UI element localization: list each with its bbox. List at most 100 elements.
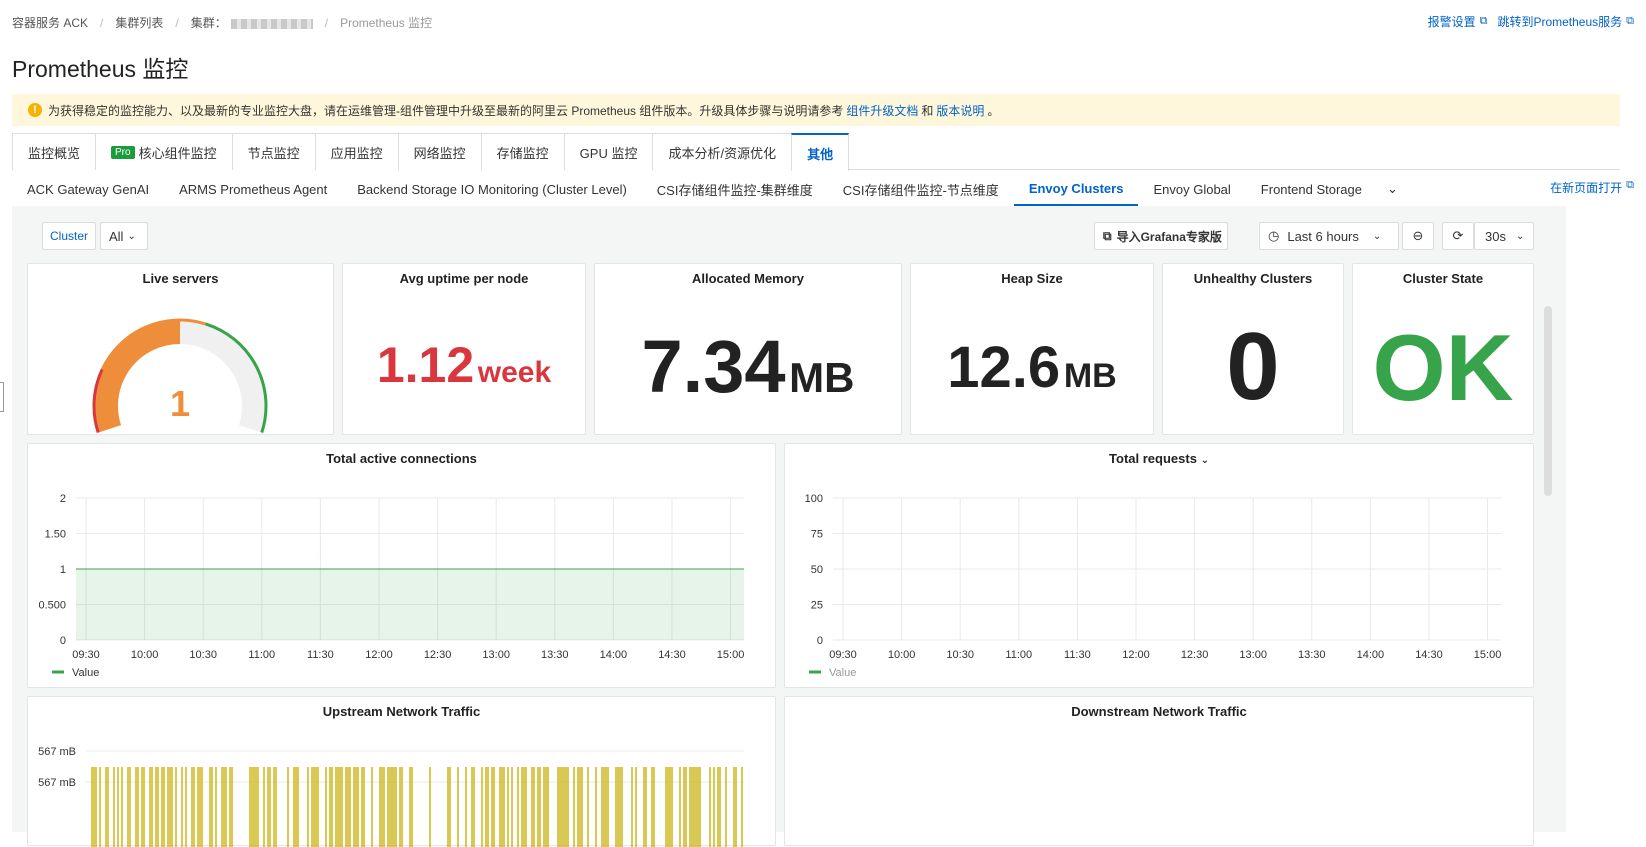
downstream-traffic-panel: Downstream Network Traffic bbox=[784, 696, 1534, 846]
top-bar: 容器服务 ACK / 集群列表 / 集群： / Prometheus 监控 报警… bbox=[0, 0, 1646, 42]
external-link-icon: ⧉ bbox=[1626, 15, 1634, 27]
subtab-frontend-storage[interactable]: Frontend Storage bbox=[1246, 172, 1377, 206]
y-tick-label: 100 bbox=[805, 493, 823, 505]
breadcrumb-item-cluster[interactable]: 集群： bbox=[191, 14, 313, 31]
unhealthy-clusters-panel: Unhealthy Clusters 0 bbox=[1162, 263, 1344, 435]
x-tick-label: 10:00 bbox=[131, 649, 159, 661]
legend-label: Value bbox=[829, 667, 856, 679]
external-link-icon: ⧉ bbox=[1479, 15, 1488, 27]
y-tick-label: 1 bbox=[60, 564, 66, 576]
cluster-state-value: OK bbox=[1372, 315, 1514, 420]
tab-node[interactable]: 节点监控 bbox=[231, 133, 316, 170]
notice-end: 。 bbox=[987, 103, 1000, 118]
chevron-down-icon[interactable]: ⌄ bbox=[1387, 181, 1398, 197]
side-collapse-handle[interactable] bbox=[0, 382, 4, 412]
tab-core-components[interactable]: Pro 核心组件监控 bbox=[95, 133, 233, 170]
live-servers-panel: Live servers 1 bbox=[27, 263, 334, 435]
external-link-icon: ⧉ bbox=[1626, 179, 1634, 191]
main-tabs: 监控概览 Pro 核心组件监控 节点监控 应用监控 网络监控 存储监控 GPU 监… bbox=[12, 133, 1620, 171]
x-tick-label: 10:30 bbox=[189, 649, 217, 661]
external-link-icon: ⧉ bbox=[1103, 228, 1112, 243]
version-notes-link[interactable]: 版本说明 bbox=[936, 102, 984, 119]
breadcrumb-item-clusters[interactable]: 集群列表 bbox=[115, 14, 163, 31]
x-tick-label: 11:30 bbox=[1064, 649, 1091, 661]
x-tick-label: 14:30 bbox=[1415, 649, 1443, 661]
y-tick-label: 2 bbox=[60, 493, 66, 505]
x-tick-label: 13:00 bbox=[1239, 649, 1267, 661]
tab-other[interactable]: 其他 bbox=[791, 133, 850, 171]
allocated-memory-panel: Allocated Memory 7.34 MB bbox=[594, 263, 902, 435]
y-tick-label: 567 mB bbox=[38, 746, 76, 758]
upgrade-notice: ! 为获得稳定的监控能力、以及最新的专业监控大盘，请在运维管理-组件管理中升级至… bbox=[12, 94, 1620, 126]
dashboard-scrollbar[interactable] bbox=[1544, 306, 1552, 496]
sub-tabs: ACK Gateway GenAI ARMS Prometheus Agent … bbox=[12, 172, 1620, 206]
x-tick-label: 12:30 bbox=[1181, 649, 1209, 661]
x-tick-label: 09:30 bbox=[829, 649, 857, 661]
x-tick-label: 12:00 bbox=[1122, 649, 1150, 661]
tab-gpu[interactable]: GPU 监控 bbox=[563, 133, 654, 170]
x-tick-label: 14:00 bbox=[600, 649, 628, 661]
live-servers-value: 1 bbox=[170, 383, 190, 424]
heap-size-panel: Heap Size 12.6 MB bbox=[910, 263, 1154, 435]
total-requests-chart: 0 25 50 75 100 09:30 10:00 10:30 11:00 11:30 12:00… bbox=[805, 493, 1502, 679]
cluster-select[interactable]: All ⌄ bbox=[100, 222, 148, 250]
notice-text: 为获得稳定的监控能力、以及最新的专业监控大盘，请在运维管理-组件管理中升级至最新… bbox=[48, 103, 844, 118]
subtab-envoy-clusters[interactable]: Envoy Clusters bbox=[1013, 172, 1139, 206]
alarm-settings-link[interactable]: 报警设置 ⧉ bbox=[1428, 13, 1488, 30]
tab-network[interactable]: 网络监控 bbox=[397, 133, 482, 170]
tab-application[interactable]: 应用监控 bbox=[314, 133, 399, 170]
chevron-down-icon: ⌄ bbox=[1515, 230, 1525, 242]
jump-prometheus-link[interactable]: 跳转到Prometheus服务 ⧉ bbox=[1497, 13, 1634, 30]
live-servers-gauge: 1 bbox=[92, 318, 268, 434]
legend-label: Value bbox=[72, 667, 99, 679]
allocated-memory-unit: MB bbox=[789, 354, 855, 401]
page-title: Prometheus 监控 bbox=[12, 56, 189, 82]
tab-storage[interactable]: 存储监控 bbox=[480, 133, 565, 170]
chevron-down-icon: ⌄ bbox=[1372, 230, 1382, 242]
refresh-button[interactable]: ⟳ bbox=[1442, 222, 1474, 250]
x-tick-label: 10:30 bbox=[946, 649, 974, 661]
breadcrumb-item-current: Prometheus 监控 bbox=[340, 16, 433, 30]
panel-title: Avg uptime per node bbox=[399, 271, 529, 286]
subtab-arms-agent[interactable]: ARMS Prometheus Agent bbox=[164, 172, 342, 206]
x-tick-label: 13:30 bbox=[1298, 649, 1326, 661]
y-tick-label: 25 bbox=[811, 600, 823, 612]
avg-uptime-value: 1.12 bbox=[376, 337, 475, 393]
time-range-picker[interactable]: ◷ Last 6 hours ⌄ bbox=[1259, 222, 1399, 250]
x-tick-label: 12:30 bbox=[424, 649, 452, 661]
heap-size-unit: MB bbox=[1063, 357, 1117, 395]
breadcrumb: 容器服务 ACK / 集群列表 / 集群： / Prometheus 监控 bbox=[12, 14, 433, 31]
subtab-backend-storage[interactable]: Backend Storage IO Monitoring (Cluster L… bbox=[342, 172, 642, 206]
import-grafana-button[interactable]: ⧉ 导入Grafana专家版 bbox=[1094, 222, 1228, 250]
y-tick-label: 50 bbox=[811, 564, 823, 576]
notice-and: 和 bbox=[921, 103, 934, 118]
breadcrumb-item-ack[interactable]: 容器服务 ACK bbox=[12, 14, 88, 31]
zoom-out-button[interactable]: ⊖ bbox=[1402, 222, 1434, 250]
x-tick-label: 13:00 bbox=[482, 649, 510, 661]
open-new-page-link[interactable]: 在新页面打开 ⧉ bbox=[1550, 179, 1634, 196]
refresh-interval-select[interactable]: 30s ⌄ bbox=[1474, 222, 1534, 250]
subtab-csi-cluster[interactable]: CSI存储组件监控-集群维度 bbox=[642, 172, 828, 206]
active-connections-panel: Total active connections 0 0.500 1 1.50 2 09:… bbox=[27, 443, 776, 688]
x-tick-label: 12:00 bbox=[365, 649, 393, 661]
active-connections-chart: 0 0.500 1 1.50 2 09:30 10:00 10:30 11:00 11:30 12:… bbox=[38, 493, 744, 679]
x-tick-label: 10:00 bbox=[888, 649, 916, 661]
panel-title: Heap Size bbox=[1001, 271, 1063, 286]
tab-cost[interactable]: 成本分析/资源优化 bbox=[652, 133, 793, 170]
y-tick-label: 0 bbox=[60, 635, 66, 647]
x-tick-label: 11:00 bbox=[248, 649, 275, 661]
upgrade-doc-link[interactable]: 组件升级文档 bbox=[846, 102, 918, 119]
refresh-icon: ⟳ bbox=[1452, 228, 1464, 243]
avg-uptime-panel: Avg uptime per node 1.12 week bbox=[342, 263, 586, 435]
avg-uptime-unit: week bbox=[477, 356, 552, 389]
panel-title: Unhealthy Clusters bbox=[1193, 271, 1313, 286]
subtab-csi-node[interactable]: CSI存储组件监控-节点维度 bbox=[828, 172, 1014, 206]
x-tick-label: 14:30 bbox=[658, 649, 686, 661]
subtab-envoy-global[interactable]: Envoy Global bbox=[1138, 172, 1245, 206]
cluster-variable-label: Cluster bbox=[42, 222, 96, 250]
tab-overview[interactable]: 监控概览 bbox=[12, 133, 97, 170]
x-tick-label: 14:00 bbox=[1357, 649, 1385, 661]
dashboard-area: Cluster All ⌄ ⧉ 导入Grafana专家版 ◷ Last 6 hours… bbox=[12, 206, 1566, 847]
subtab-ack-gateway[interactable]: ACK Gateway GenAI bbox=[12, 172, 164, 206]
x-tick-label: 11:00 bbox=[1005, 649, 1032, 661]
